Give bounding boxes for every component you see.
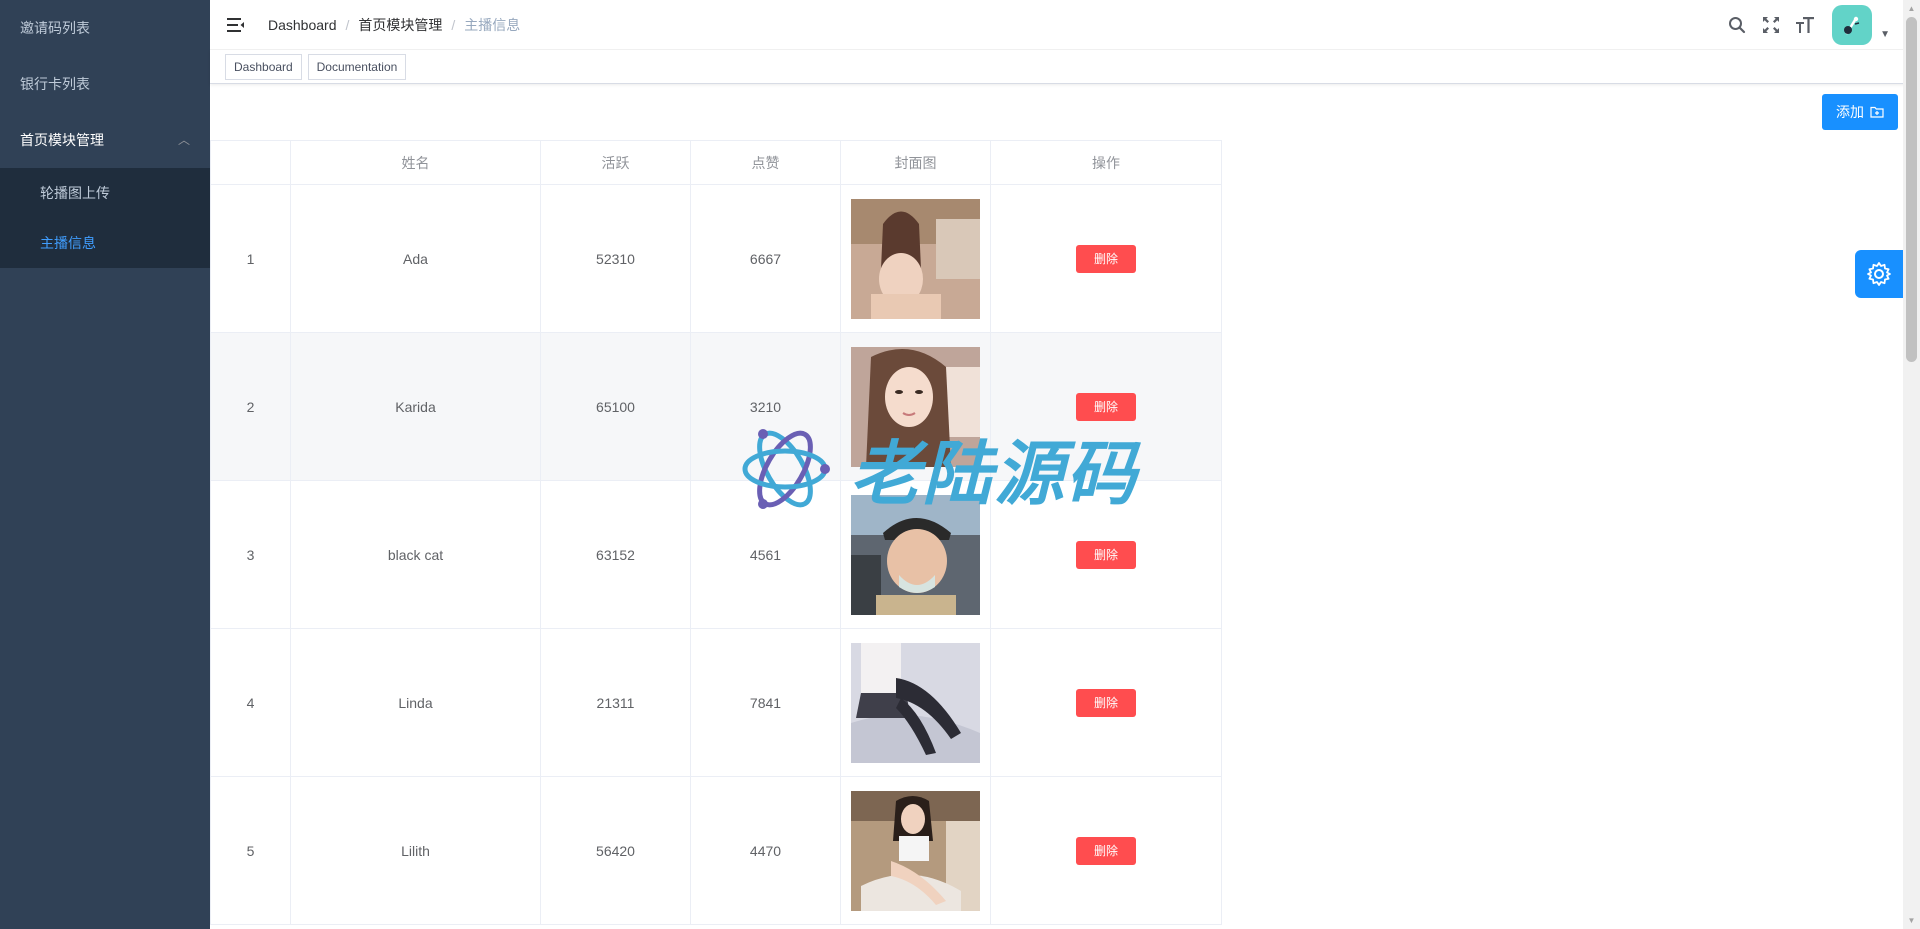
folder-add-icon	[1870, 106, 1884, 118]
row-name: Linda	[290, 628, 541, 777]
sidebar-item-label: 邀请码列表	[20, 20, 90, 36]
row-actions: 删除	[990, 776, 1222, 925]
navbar: Dashboard / 首页模块管理 / 主播信息 ▼	[210, 0, 1920, 50]
add-button[interactable]: 添加	[1822, 94, 1898, 130]
main-content: Dashboard / 首页模块管理 / 主播信息 ▼ Dashboard Do…	[210, 0, 1920, 929]
delete-button[interactable]: 删除	[1076, 836, 1136, 865]
navbar-right-menu: ▼	[1720, 0, 1920, 50]
sidebar-item-label: 首页模块管理	[20, 132, 104, 148]
row-actions: 删除	[990, 480, 1222, 629]
row-actions: 删除	[990, 184, 1222, 333]
sidebar-item-carousel-upload[interactable]: 轮播图上传	[0, 168, 210, 218]
sidebar-item-streamer-info[interactable]: 主播信息	[0, 218, 210, 268]
cover-image	[851, 346, 980, 467]
row-name: Lilith	[290, 776, 541, 925]
fullscreen-icon[interactable]	[1754, 0, 1788, 50]
caret-down-icon: ▼	[1880, 28, 1890, 40]
scroll-up-icon[interactable]: ▲	[1903, 0, 1920, 17]
toolbar: 添加	[210, 84, 1920, 140]
row-active: 65100	[540, 332, 691, 481]
row-name: Ada	[290, 184, 541, 333]
sidebar: 邀请码列表 银行卡列表 首页模块管理 ︿ 轮播图上传 主播信息	[0, 0, 210, 929]
table-row: 2 Karida 65100 3210 删除	[210, 332, 1222, 481]
row-cover-cell	[840, 480, 991, 629]
chevron-up-icon: ︿	[177, 133, 190, 147]
cover-image	[851, 642, 980, 763]
sidebar-item-home-modules[interactable]: 首页模块管理 ︿	[0, 112, 210, 168]
row-active: 52310	[540, 184, 691, 333]
sidebar-item-bank-cards[interactable]: 银行卡列表	[0, 56, 210, 112]
row-likes: 3210	[690, 332, 841, 481]
row-likes: 6667	[690, 184, 841, 333]
breadcrumb-item[interactable]: Dashboard	[268, 17, 337, 33]
delete-button[interactable]: 删除	[1076, 244, 1136, 273]
gear-icon[interactable]	[1855, 250, 1903, 298]
table-row: 3 black cat 63152 4561 删除	[210, 480, 1222, 629]
cover-image	[851, 494, 980, 615]
row-likes: 4561	[690, 480, 841, 629]
cover-image	[851, 198, 980, 319]
breadcrumb: Dashboard / 首页模块管理 / 主播信息	[268, 0, 520, 50]
breadcrumb-separator: /	[345, 17, 350, 33]
submenu-item-label: 主播信息	[40, 235, 96, 251]
row-active: 63152	[540, 480, 691, 629]
sidebar-submenu: 轮播图上传 主播信息	[0, 168, 210, 268]
row-index: 4	[210, 628, 291, 777]
row-active: 21311	[540, 628, 691, 777]
row-active: 56420	[540, 776, 691, 925]
row-cover-cell	[840, 184, 991, 333]
scrollbar-thumb[interactable]	[1906, 17, 1917, 362]
delete-button[interactable]: 删除	[1076, 688, 1136, 717]
user-avatar-dropdown[interactable]: ▼	[1832, 5, 1890, 45]
column-header-actions: 操作	[990, 140, 1222, 185]
row-actions: 删除	[990, 332, 1222, 481]
row-likes: 7841	[690, 628, 841, 777]
hamburger-icon[interactable]	[225, 14, 247, 36]
streamer-table: 姓名 活跃 点赞 封面图 操作 1 Ada 52310 6667 删除 2 Ka…	[210, 140, 1222, 925]
column-header-name: 姓名	[290, 140, 541, 185]
row-name: black cat	[290, 480, 541, 629]
breadcrumb-separator: /	[451, 17, 456, 33]
avatar	[1832, 5, 1873, 45]
row-index: 3	[210, 480, 291, 629]
scroll-down-icon[interactable]: ▼	[1903, 912, 1920, 929]
page-scrollbar[interactable]: ▲ ▼	[1903, 0, 1920, 929]
row-index: 2	[210, 332, 291, 481]
table-header-row: 姓名 活跃 点赞 封面图 操作	[210, 140, 1222, 185]
row-actions: 删除	[990, 628, 1222, 777]
row-index: 5	[210, 776, 291, 925]
table-row: 4 Linda 21311 7841 删除	[210, 628, 1222, 777]
search-icon[interactable]	[1720, 0, 1754, 50]
breadcrumb-item-current: 主播信息	[464, 17, 521, 33]
row-likes: 4470	[690, 776, 841, 925]
delete-button[interactable]: 删除	[1076, 392, 1136, 421]
column-header-likes: 点赞	[690, 140, 841, 185]
submenu-item-label: 轮播图上传	[40, 185, 110, 201]
table-row: 1 Ada 52310 6667 删除	[210, 184, 1222, 333]
tags-view: Dashboard Documentation	[210, 50, 1920, 84]
column-header-index	[210, 140, 291, 185]
delete-button[interactable]: 删除	[1076, 540, 1136, 569]
table-row: 5 Lilith 56420 4470 删除	[210, 776, 1222, 925]
row-index: 1	[210, 184, 291, 333]
row-cover-cell	[840, 776, 991, 925]
sidebar-item-invite-codes[interactable]: 邀请码列表	[0, 0, 210, 56]
row-cover-cell	[840, 628, 991, 777]
add-button-label: 添加	[1836, 104, 1864, 120]
sidebar-item-label: 银行卡列表	[20, 76, 90, 92]
cover-image	[851, 790, 980, 911]
font-size-icon[interactable]	[1788, 0, 1822, 50]
tag-documentation[interactable]: Documentation	[307, 54, 407, 80]
row-cover-cell	[840, 332, 991, 481]
tag-dashboard[interactable]: Dashboard	[225, 54, 302, 80]
row-name: Karida	[290, 332, 541, 481]
column-header-cover: 封面图	[840, 140, 991, 185]
column-header-active: 活跃	[540, 140, 691, 185]
breadcrumb-item[interactable]: 首页模块管理	[358, 17, 442, 33]
